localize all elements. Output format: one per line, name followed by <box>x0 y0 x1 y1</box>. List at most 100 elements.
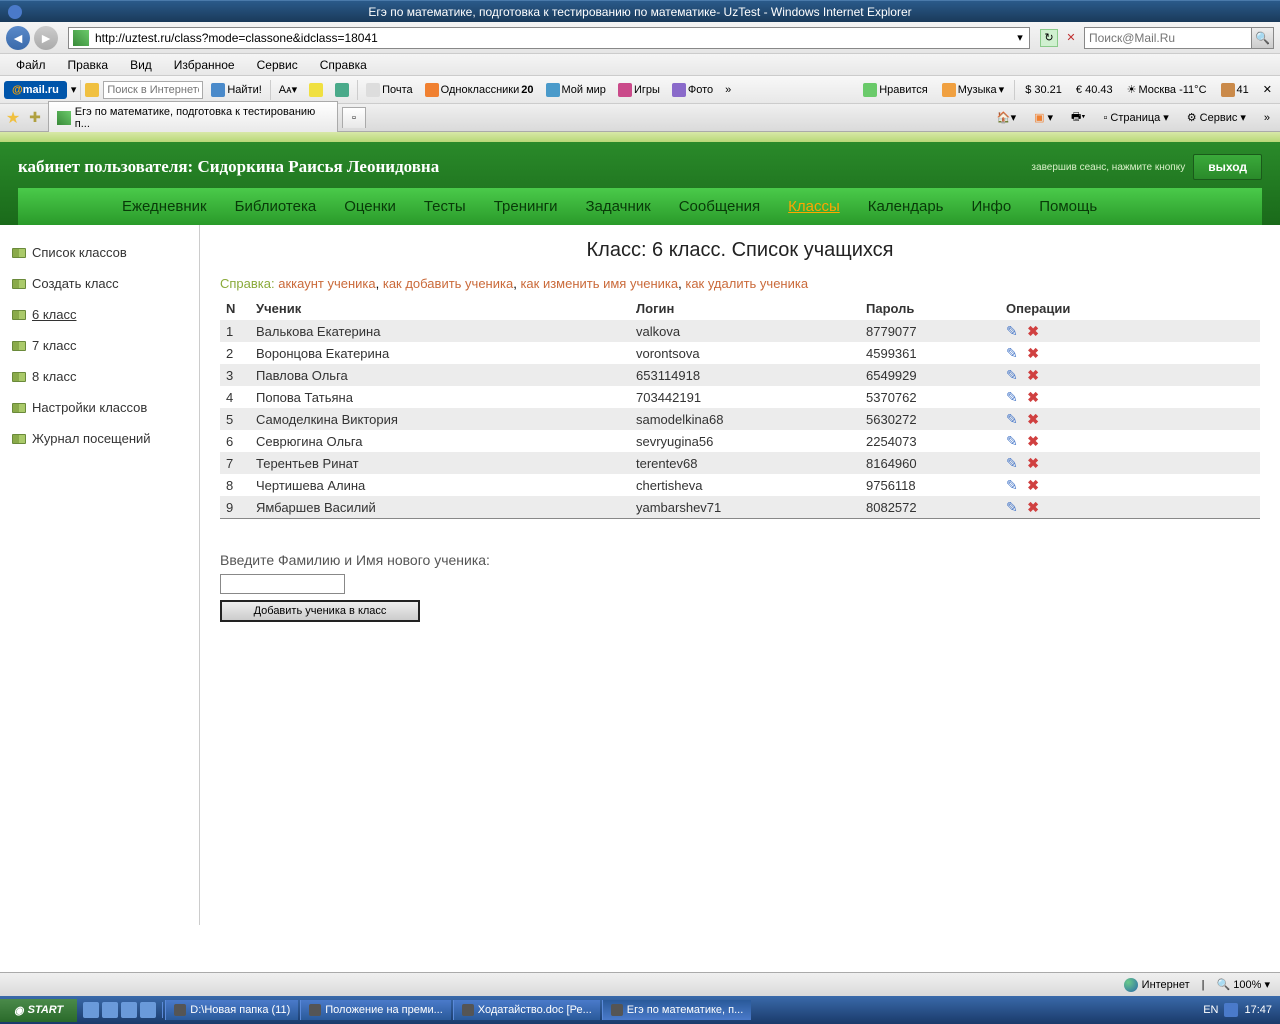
delete-icon[interactable]: ✖ <box>1027 389 1041 403</box>
nav-оценки[interactable]: Оценки <box>330 188 410 225</box>
nav-календарь[interactable]: Календарь <box>854 188 958 225</box>
delete-icon[interactable]: ✖ <box>1027 455 1041 469</box>
more-tools-icon[interactable]: » <box>1258 110 1276 126</box>
menu-view[interactable]: Вид <box>120 55 162 75</box>
edit-icon[interactable]: ✎ <box>1006 411 1020 425</box>
delete-icon[interactable]: ✖ <box>1027 367 1041 381</box>
refresh-button[interactable]: ↻ <box>1040 29 1058 47</box>
add-student-button[interactable]: Добавить ученика в класс <box>220 600 420 622</box>
mailru-photo[interactable]: Фото <box>668 81 717 99</box>
print-button[interactable]: 🖶▾ <box>1065 106 1091 129</box>
ql-icon[interactable] <box>83 1002 99 1018</box>
taskbar-item[interactable]: Положение на преми... <box>300 1000 451 1020</box>
nav-тесты[interactable]: Тесты <box>410 188 480 225</box>
taskbar-item[interactable]: Ходатайство.doc [Ре... <box>453 1000 600 1020</box>
nav-помощь[interactable]: Помощь <box>1025 188 1111 225</box>
help-link[interactable]: как изменить имя ученика <box>520 276 678 291</box>
mailru-mail[interactable]: Почта <box>362 81 417 99</box>
delete-icon[interactable]: ✖ <box>1027 345 1041 359</box>
nav-инфо[interactable]: Инфо <box>957 188 1025 225</box>
edit-icon[interactable]: ✎ <box>1006 455 1020 469</box>
sidebar-item[interactable]: Журнал посещений <box>8 423 191 454</box>
sidebar-item[interactable]: 6 класс <box>8 299 191 330</box>
menu-help[interactable]: Справка <box>310 55 377 75</box>
menu-file[interactable]: Файл <box>6 55 56 75</box>
edit-icon[interactable]: ✎ <box>1006 433 1020 447</box>
mailru-usd[interactable]: $ 30.21 <box>1021 82 1066 98</box>
delete-icon[interactable]: ✖ <box>1027 477 1041 491</box>
mailru-weather[interactable]: ☀ Москва -11°C <box>1123 81 1211 98</box>
mailru-eur[interactable]: € 40.43 <box>1072 82 1117 98</box>
nav-сообщения[interactable]: Сообщения <box>665 188 774 225</box>
ql-icon[interactable] <box>102 1002 118 1018</box>
home-button[interactable]: 🏠▾ <box>991 109 1022 126</box>
browser-search-button[interactable]: 🔍 <box>1251 28 1273 48</box>
taskbar-item[interactable]: D:\Новая папка (11) <box>165 1000 298 1020</box>
start-button[interactable]: ◉ START <box>0 999 77 1022</box>
mailru-more-icon[interactable]: » <box>721 82 735 98</box>
ql-icon[interactable] <box>140 1002 156 1018</box>
nav-библиотека[interactable]: Библиотека <box>221 188 331 225</box>
nav-задачник[interactable]: Задачник <box>572 188 665 225</box>
forward-button[interactable]: ► <box>34 26 58 50</box>
mailru-extra[interactable]: 41 <box>1217 81 1253 99</box>
logout-button[interactable]: выход <box>1193 154 1262 180</box>
help-link[interactable]: как удалить ученика <box>685 276 808 291</box>
delete-icon[interactable]: ✖ <box>1027 433 1041 447</box>
taskbar-item[interactable]: Егэ по математике, п... <box>602 1000 752 1020</box>
add-favorite-icon[interactable]: ✚ <box>26 109 44 127</box>
menu-tools[interactable]: Сервис <box>247 55 308 75</box>
text-size-icon[interactable]: Aᴀ▾ <box>275 81 301 98</box>
nav-тренинги[interactable]: Тренинги <box>480 188 572 225</box>
add-student-input[interactable] <box>220 574 345 594</box>
ql-icon[interactable] <box>121 1002 137 1018</box>
new-tab-button[interactable]: ▫ <box>342 107 366 128</box>
mailru-like[interactable]: Нравится <box>859 81 932 99</box>
tools-menu[interactable]: ⚙ Сервис▾ <box>1181 109 1252 126</box>
mailru-logo[interactable]: @mail.ru <box>4 81 67 99</box>
nav-ежедневник[interactable]: Ежедневник <box>108 188 221 225</box>
delete-icon[interactable]: ✖ <box>1027 323 1041 337</box>
delete-icon[interactable]: ✖ <box>1027 411 1041 425</box>
mailru-dropdown-icon[interactable]: ▾ <box>71 83 77 96</box>
table-row: 7Терентьев Ринатterentev688164960✎ ✖ <box>220 452 1260 474</box>
mailru-odnoklassniki[interactable]: Одноклассники 20 <box>421 81 538 99</box>
mailru-moimir[interactable]: Мой мир <box>542 81 610 99</box>
sidebar-item[interactable]: Настройки классов <box>8 392 191 423</box>
edit-icon[interactable]: ✎ <box>1006 323 1020 337</box>
browser-search-input[interactable] <box>1085 29 1251 47</box>
tray-icon[interactable] <box>1224 1003 1238 1017</box>
mailru-settings-icon[interactable]: ✕ <box>1259 81 1276 98</box>
edit-icon[interactable]: ✎ <box>1006 477 1020 491</box>
tray-lang[interactable]: EN <box>1203 1004 1218 1016</box>
mailru-search-input[interactable] <box>103 81 203 99</box>
menu-edit[interactable]: Правка <box>58 55 119 75</box>
url-dropdown[interactable]: ▾ <box>1011 29 1029 47</box>
mailru-music[interactable]: Музыка▾ <box>938 81 1008 99</box>
menu-favorites[interactable]: Избранное <box>164 55 245 75</box>
feeds-button[interactable]: ▣▾ <box>1028 109 1059 126</box>
back-button[interactable]: ◄ <box>6 26 30 50</box>
edit-icon[interactable]: ✎ <box>1006 389 1020 403</box>
nav-классы[interactable]: Классы <box>774 188 854 225</box>
stop-button[interactable]: ✕ <box>1062 29 1080 47</box>
delete-icon[interactable]: ✖ <box>1027 499 1041 513</box>
help-link[interactable]: аккаунт ученика <box>278 276 375 291</box>
help-link[interactable]: как добавить ученика <box>383 276 513 291</box>
mailru-find-button[interactable]: Найти! <box>207 81 265 99</box>
edit-icon[interactable]: ✎ <box>1006 499 1020 513</box>
edit-icon[interactable]: ✎ <box>1006 367 1020 381</box>
highlight-icon[interactable] <box>305 81 327 99</box>
sidebar-item[interactable]: 8 класс <box>8 361 191 392</box>
page-menu[interactable]: ▫ Страница▾ <box>1098 109 1175 126</box>
favorites-star-icon[interactable]: ★ <box>4 109 22 127</box>
url-input[interactable] <box>93 29 1011 47</box>
edit-icon[interactable]: ✎ <box>1006 345 1020 359</box>
translate-icon[interactable] <box>331 81 353 99</box>
browser-tab[interactable]: Егэ по математике, подготовка к тестиров… <box>48 101 338 134</box>
mailru-games[interactable]: Игры <box>614 81 664 99</box>
status-zoom[interactable]: 🔍 100% ▾ <box>1217 978 1270 991</box>
sidebar-item[interactable]: Список классов <box>8 237 191 268</box>
sidebar-item[interactable]: Создать класс <box>8 268 191 299</box>
sidebar-item[interactable]: 7 класс <box>8 330 191 361</box>
